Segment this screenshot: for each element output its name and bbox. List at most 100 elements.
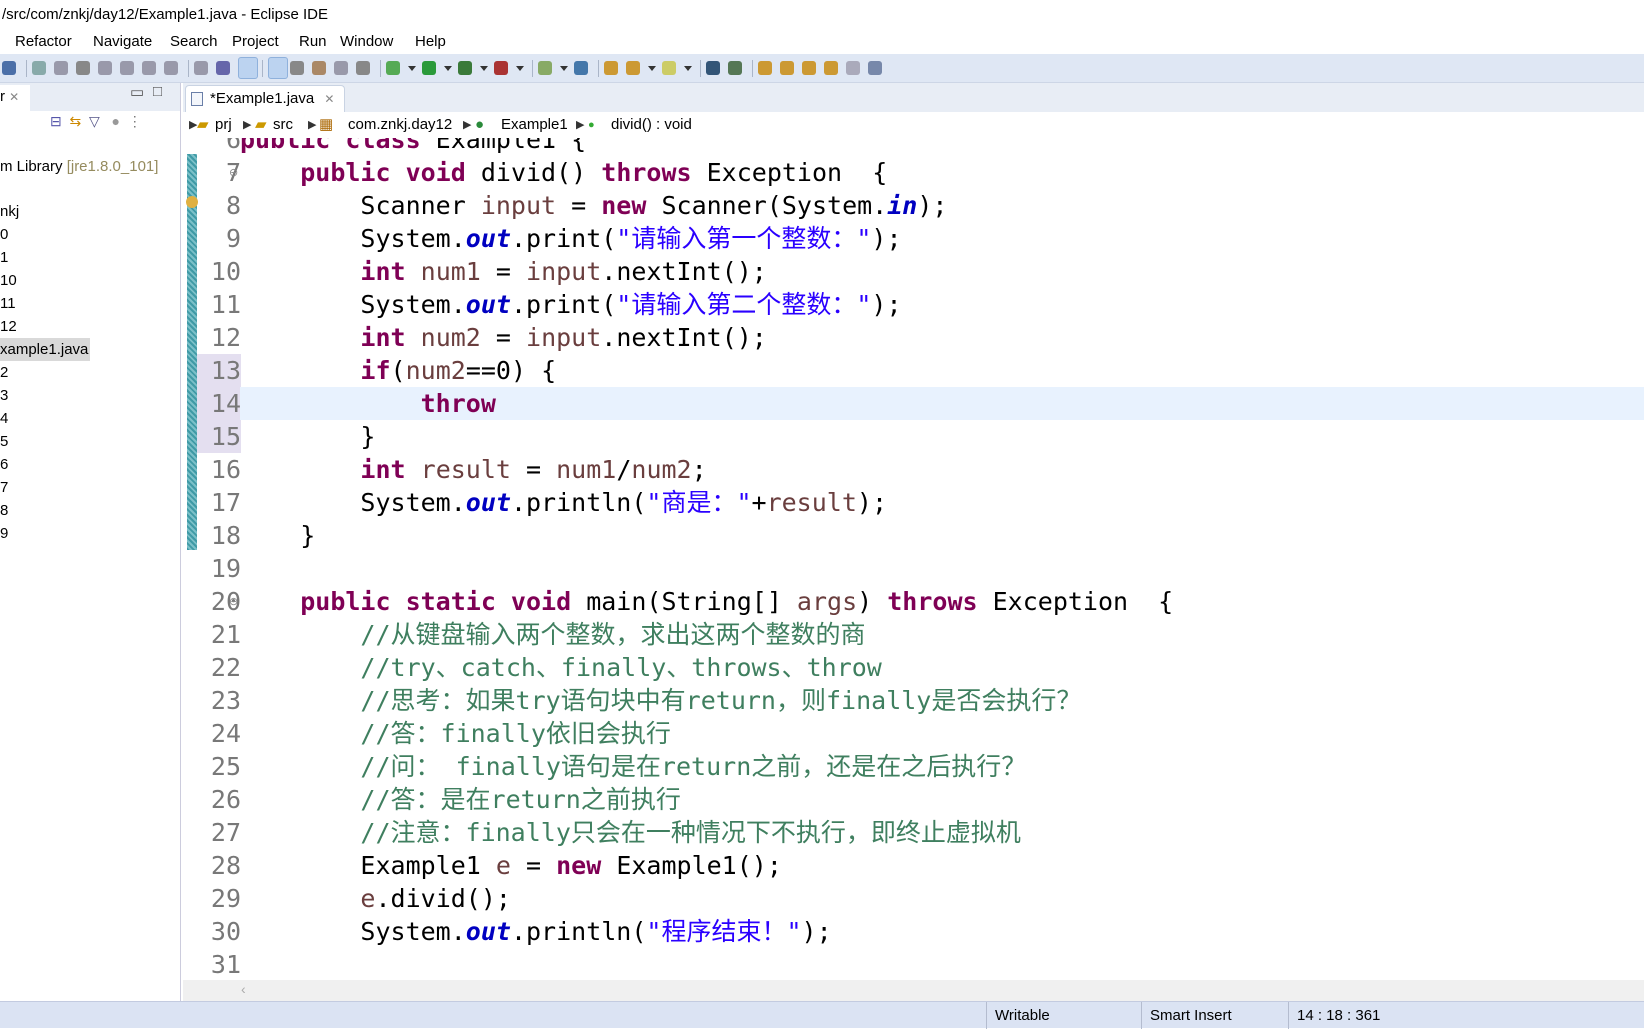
- code-line[interactable]: System.out.println("程序结束！");: [240, 915, 1644, 948]
- breadcrumb-src[interactable]: src: [273, 112, 293, 138]
- breadcrumb-package[interactable]: com.znkj.day12: [348, 112, 452, 138]
- tree-item[interactable]: nkj: [0, 200, 19, 223]
- close-icon[interactable]: ✕: [9, 90, 19, 104]
- code-line[interactable]: }: [240, 519, 1644, 552]
- toggle-mark-occurrences-icon[interactable]: [268, 57, 288, 79]
- disconnect-icon[interactable]: [98, 61, 112, 75]
- code-line[interactable]: //思考：如果try语句块中有return，则finally是否会执行？: [240, 684, 1644, 717]
- pin-editor-icon[interactable]: [868, 61, 882, 75]
- filter-icon[interactable]: ▽: [89, 113, 100, 129]
- tree-item[interactable]: 5: [0, 430, 8, 453]
- open-task-icon[interactable]: [312, 61, 326, 75]
- code-line[interactable]: //问： finally语句是在return之前，还是在之后执行？: [240, 750, 1644, 783]
- horizontal-scrollbar[interactable]: ‹: [183, 980, 1644, 1001]
- open-type-icon[interactable]: [604, 61, 618, 75]
- previous-annotation-icon[interactable]: [780, 61, 794, 75]
- show-whitespace-icon[interactable]: [356, 61, 370, 75]
- code-line[interactable]: System.out.print("请输入第二个整数：");: [240, 288, 1644, 321]
- tab-example1-java[interactable]: *Example1.java ✕: [185, 85, 345, 112]
- dropdown-arrow-icon[interactable]: [648, 66, 656, 71]
- code-line[interactable]: public static void main(String[] args) t…: [240, 585, 1644, 618]
- package-explorer-tab[interactable]: r ✕: [0, 85, 30, 111]
- step-over-icon[interactable]: [142, 61, 156, 75]
- search-tasks-icon[interactable]: [662, 61, 676, 75]
- tree-item[interactable]: 2: [0, 361, 8, 384]
- resume-icon[interactable]: [32, 61, 46, 75]
- code-line[interactable]: }: [240, 420, 1644, 453]
- code-line[interactable]: if(num2==0) {: [240, 354, 1644, 387]
- fold-toggle-icon[interactable]: ⊖: [229, 595, 238, 608]
- drop-to-frame-icon[interactable]: [194, 61, 208, 75]
- close-tab-icon[interactable]: ✕: [324, 92, 334, 106]
- focus-icon[interactable]: ●: [111, 113, 119, 129]
- code-line[interactable]: int num1 = input.nextInt();: [240, 255, 1644, 288]
- code-line[interactable]: //从键盘输入两个整数，求出这两个整数的商: [240, 618, 1644, 651]
- code-line[interactable]: Scanner input = new Scanner(System.in);: [240, 189, 1644, 222]
- maximize-icon[interactable]: □: [153, 83, 162, 100]
- menu-help[interactable]: Help: [415, 29, 446, 54]
- terminate-icon[interactable]: [76, 61, 90, 75]
- code-line[interactable]: System.out.println("商是："+result);: [240, 486, 1644, 519]
- menu-window[interactable]: Window: [340, 29, 393, 54]
- menu-search[interactable]: Search: [170, 29, 218, 54]
- tree-item[interactable]: 3: [0, 384, 8, 407]
- tree-item[interactable]: 10: [0, 269, 17, 292]
- toggle-block-selection-icon[interactable]: [334, 61, 348, 75]
- code-line[interactable]: //try、catch、finally、throws、throw: [240, 651, 1644, 684]
- dropdown-arrow-icon[interactable]: [684, 66, 692, 71]
- collapse-all-icon[interactable]: ⊟: [50, 113, 62, 129]
- step-return-icon[interactable]: [164, 61, 178, 75]
- tree-item[interactable]: 6: [0, 453, 8, 476]
- new-java-class-icon[interactable]: [574, 61, 588, 75]
- code-line[interactable]: Example1 e = new Example1();: [240, 849, 1644, 882]
- code-line[interactable]: public void divid() throws Exception {: [240, 156, 1644, 189]
- code-line[interactable]: int result = num1/num2;: [240, 453, 1644, 486]
- dropdown-arrow-icon[interactable]: [560, 66, 568, 71]
- back-icon[interactable]: [824, 61, 838, 75]
- use-step-filters-icon[interactable]: [216, 61, 230, 75]
- code-line[interactable]: //注意：finally只会在一种情况下不执行，即终止虚拟机: [240, 816, 1644, 849]
- external-tools-icon[interactable]: [494, 61, 508, 75]
- tree-item[interactable]: 1: [0, 246, 8, 269]
- fold-toggle-icon[interactable]: ⊖: [229, 166, 238, 179]
- code-line[interactable]: public class Example1 {: [240, 138, 1644, 156]
- code-line[interactable]: //答：finally依旧会执行: [240, 717, 1644, 750]
- java-perspective-icon[interactable]: [728, 61, 742, 75]
- tree-item[interactable]: 0: [0, 223, 8, 246]
- menu-project[interactable]: Project: [232, 29, 279, 54]
- debug-icon[interactable]: [386, 61, 400, 75]
- view-menu-icon[interactable]: ⋮: [128, 113, 142, 129]
- minimize-icon[interactable]: ▭: [130, 83, 144, 101]
- coverage-icon[interactable]: [458, 61, 472, 75]
- next-annotation-icon[interactable]: [758, 61, 772, 75]
- open-task-icon[interactable]: [626, 61, 640, 75]
- web-browser-icon[interactable]: [706, 61, 720, 75]
- tree-item[interactable]: 8: [0, 499, 8, 522]
- breadcrumb-class[interactable]: Example1: [501, 112, 568, 138]
- dropdown-arrow-icon[interactable]: [444, 66, 452, 71]
- code-line[interactable]: System.out.print("请输入第一个整数：");: [240, 222, 1644, 255]
- search-icon[interactable]: [2, 61, 16, 75]
- toggle-breakpoint-icon[interactable]: [238, 57, 258, 79]
- link-with-editor-icon[interactable]: ⇆: [70, 113, 82, 129]
- code-line[interactable]: e.divid();: [240, 882, 1644, 915]
- code-editor[interactable]: 6 public class Example1 {7 ⊖ public void d…: [183, 138, 1644, 980]
- dropdown-arrow-icon[interactable]: [516, 66, 524, 71]
- tree-item[interactable]: 7: [0, 476, 8, 499]
- suspend-icon[interactable]: [54, 61, 68, 75]
- new-java-project-icon[interactable]: [538, 61, 552, 75]
- tree-item[interactable]: 4: [0, 407, 8, 430]
- code-line[interactable]: [240, 948, 1644, 980]
- code-line[interactable]: int num2 = input.nextInt();: [240, 321, 1644, 354]
- code-line[interactable]: [240, 552, 1644, 585]
- dropdown-arrow-icon[interactable]: [480, 66, 488, 71]
- tree-item[interactable]: 12: [0, 315, 17, 338]
- run-icon[interactable]: [422, 61, 436, 75]
- step-into-icon[interactable]: [120, 61, 134, 75]
- breadcrumb-method[interactable]: divid() : void: [611, 112, 692, 138]
- tree-item[interactable]: 9: [0, 522, 8, 545]
- edit-highlight-icon[interactable]: [290, 61, 304, 75]
- menu-navigate[interactable]: Navigate: [93, 29, 152, 54]
- code-line[interactable]: throw: [240, 387, 1644, 420]
- menu-run[interactable]: Run: [299, 29, 327, 54]
